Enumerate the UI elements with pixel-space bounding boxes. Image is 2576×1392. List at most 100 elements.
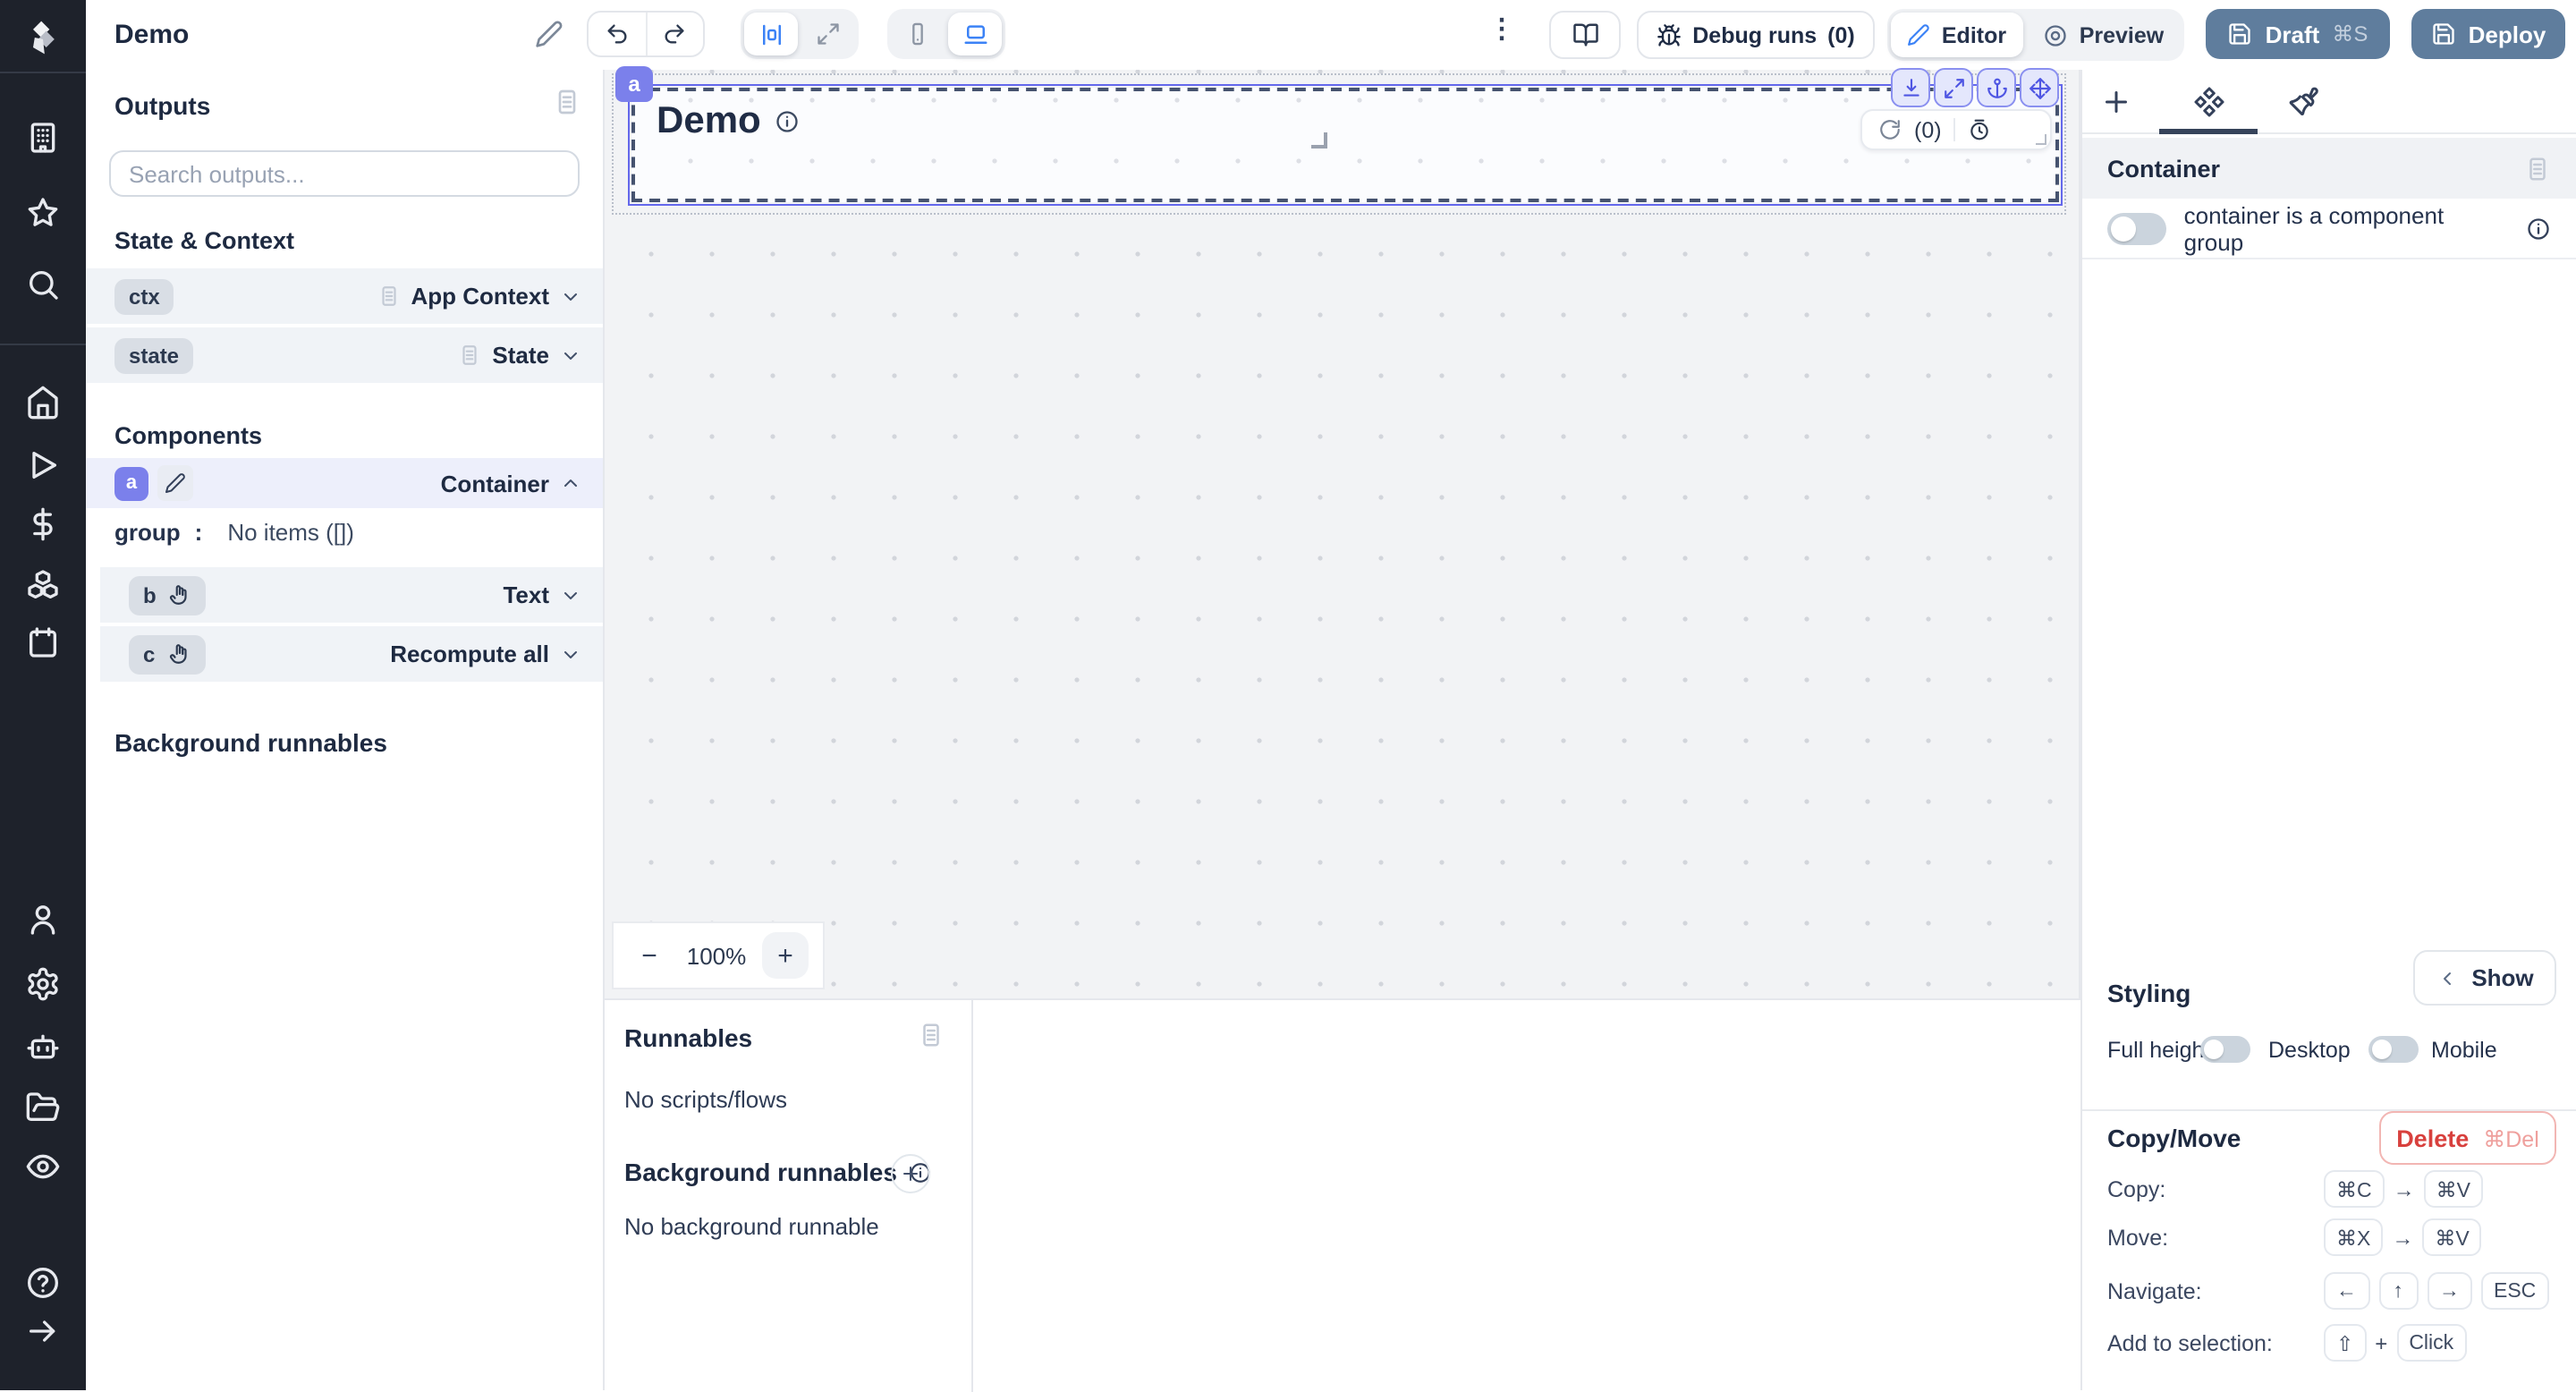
info-icon[interactable] [2526,216,2551,241]
tab-editor[interactable]: Editor [1891,13,2023,57]
tab-preview[interactable]: Preview [2027,13,2181,57]
save-draft-button[interactable]: Draft ⌘S [2206,9,2390,59]
favorites-star-icon[interactable] [25,195,61,231]
desktop-toggle[interactable] [2368,1036,2419,1063]
group-toggle-row: container is a component group [2082,199,2576,259]
outputs-doc-icon[interactable] [553,88,581,116]
folders-icon[interactable] [25,1090,61,1125]
info-icon[interactable] [775,109,801,134]
navigate-label: Navigate: [2107,1279,2202,1304]
billing-dollar-icon[interactable] [25,506,61,542]
resize-corner[interactable] [2036,134,2046,145]
tab-styling-brush-icon[interactable] [2288,86,2320,118]
output-row-state[interactable]: state State [86,327,603,383]
mobile-view-button[interactable] [891,13,945,55]
runnables-column: Runnables No scripts/flows Background ru… [605,1000,973,1392]
home-icon[interactable] [25,385,61,420]
runnables-doc-icon[interactable] [918,1022,945,1048]
windmill-logo-icon[interactable] [23,18,63,57]
doc-icon [377,284,400,308]
settings-gear-icon[interactable] [25,966,61,1002]
account-user-icon[interactable] [25,902,61,938]
tab-insert-plus-icon[interactable] [2100,86,2132,118]
audit-eye-icon[interactable] [25,1149,61,1184]
component-row-text[interactable]: b Text [100,567,603,623]
cell-resize-handle[interactable] [1311,132,1327,149]
runs-count: (0) [1914,117,1942,142]
docs-book-button[interactable] [1549,11,1621,59]
search-outputs-input[interactable] [109,150,580,197]
copy-label: Copy: [2107,1177,2165,1202]
refresh-icon[interactable] [1878,118,1902,141]
deploy-label: Deploy [2469,21,2546,47]
resources-boxes-icon[interactable] [25,567,61,603]
kbd-cmd-v: ⌘V [2422,1218,2481,1256]
more-menu-button[interactable]: ⋮ [1488,13,1517,45]
workspace-building-icon[interactable] [25,120,61,156]
copy-move-heading: Copy/Move [2107,1124,2241,1152]
workers-robot-icon[interactable] [25,1029,61,1065]
chevron-down-icon[interactable] [560,285,581,307]
group-property-row: group : No items ([]) [114,519,354,546]
schedules-calendar-icon[interactable] [25,624,61,660]
chevron-down-icon[interactable] [560,584,581,606]
nav-rail [0,0,86,1390]
canvas-heading-text: Demo [657,100,761,143]
expand-button[interactable] [1934,68,1973,107]
component-row-container[interactable]: a Container [86,458,603,508]
edit-id-pencil-icon[interactable] [157,465,193,501]
debug-runs-button[interactable]: Debug runs (0) [1637,11,1875,59]
zoom-in-button[interactable]: + [762,932,809,979]
desktop-view-button[interactable] [948,13,1002,55]
undo-button[interactable] [589,13,647,55]
delete-shortcut: ⌘Del [2483,1125,2539,1151]
no-scripts-text: No scripts/flows [624,1086,787,1113]
runs-play-icon[interactable] [25,447,61,483]
inspector-tabs [2082,70,2576,134]
component-type-bar: Container [2082,138,2576,199]
chevron-down-icon[interactable] [560,344,581,366]
fill-height-button[interactable] [1891,68,1930,107]
debug-runs-count: (0) [1827,22,1855,47]
arrow-right-glyph: → [2392,1225,2413,1250]
output-row-ctx[interactable]: ctx App Context [86,268,603,324]
delete-button[interactable]: Delete ⌘Del [2379,1111,2556,1165]
component-row-recompute[interactable]: c Recompute all [100,626,603,682]
search-icon[interactable] [25,267,61,302]
history-clock-icon[interactable] [1969,118,1992,141]
container-component[interactable]: Demo [631,88,2059,202]
collapse-arrow-icon[interactable] [25,1313,61,1349]
rename-pencil-icon[interactable] [535,20,564,48]
group-toggle-switch[interactable] [2107,212,2166,244]
rail-divider [0,72,86,73]
full-height-label: Full height [2107,1038,2210,1063]
chevron-down-icon[interactable] [560,643,581,665]
move-button[interactable] [2020,68,2059,107]
kbd-arrow-left: ← [2324,1272,2369,1310]
container-label: Container [441,470,549,497]
chevron-up-icon[interactable] [560,472,581,494]
tab-component-settings-icon[interactable] [2193,86,2225,118]
zoom-out-button[interactable]: − [628,934,671,977]
help-icon[interactable] [25,1265,61,1301]
redo-button[interactable] [647,13,703,55]
anchor-button[interactable] [1977,68,2016,107]
group-value: No items ([]) [227,519,354,546]
add-background-runnable-button[interactable] [891,1154,930,1193]
styling-show-button[interactable]: Show [2413,950,2556,1006]
full-height-toggle[interactable] [2200,1036,2250,1063]
app-canvas[interactable]: a (0) Demo − 100% + [605,70,2080,998]
kbd-cmd-x: ⌘X [2324,1218,2383,1256]
device-toggle-group [887,9,1005,59]
component-doc-icon[interactable] [2524,155,2551,182]
centered-layout-button[interactable] [744,13,798,55]
deploy-button[interactable]: Deploy [2411,9,2565,59]
shortcut-row-move: Move: ⌘X → ⌘V [2082,1218,2576,1258]
fullscreen-layout-button[interactable] [801,13,855,55]
active-tab-underline [2159,129,2258,133]
editor-preview-toggle: Editor Preview [1887,9,2184,61]
selected-component-tag[interactable]: a [615,66,653,102]
mobile-label: Mobile [2431,1038,2497,1063]
background-runnables-heading: Background runnables [114,728,387,757]
styling-toggles-row: Full height Desktop Mobile [2082,1036,2576,1065]
